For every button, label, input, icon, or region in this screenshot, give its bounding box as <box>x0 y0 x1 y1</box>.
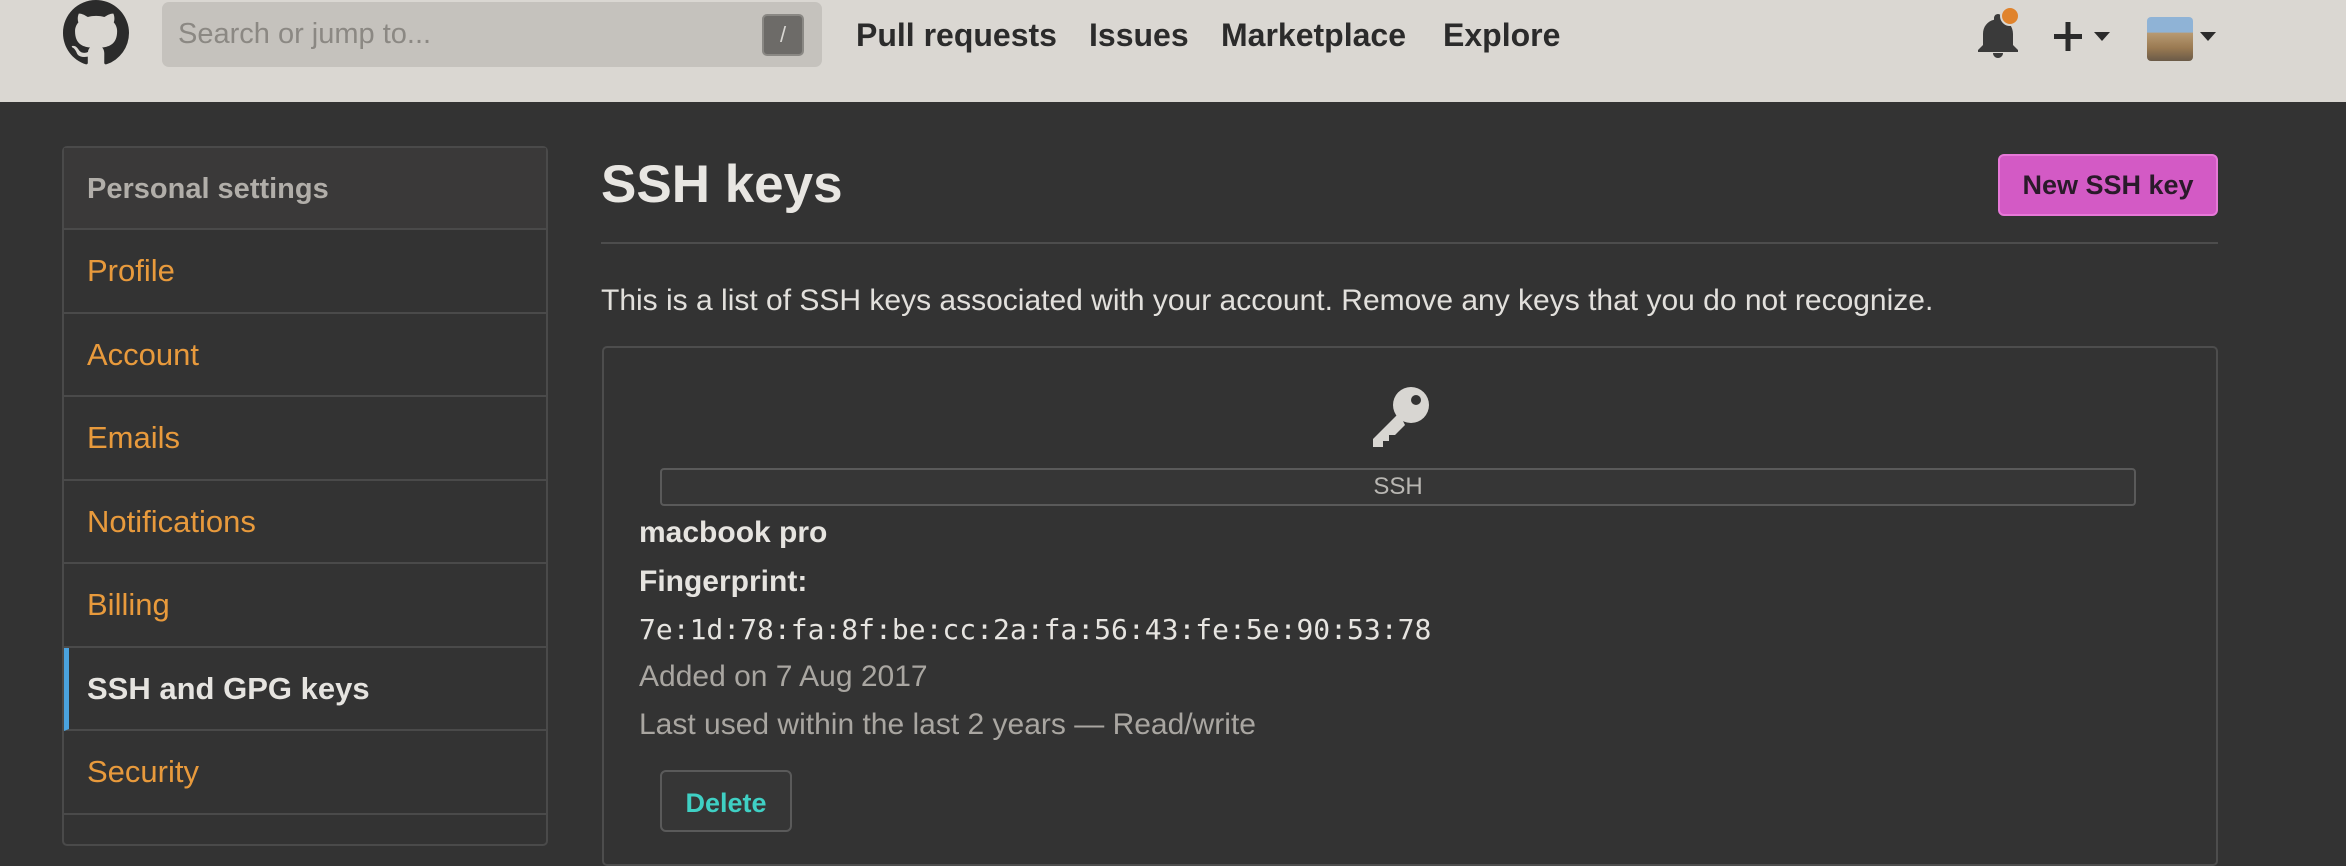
key-added-date: Added on 7 Aug 2017 <box>639 660 928 693</box>
search-input[interactable]: Search or jump to... / <box>162 2 822 67</box>
sidebar-item-ssh-gpg-keys[interactable]: SSH and GPG keys <box>64 647 546 731</box>
nav-marketplace[interactable]: Marketplace <box>1221 0 1406 70</box>
key-title: macbook pro <box>639 516 828 549</box>
caret-down-icon[interactable] <box>2196 10 2220 62</box>
caret-down-icon <box>2094 32 2110 41</box>
settings-sidebar: Personal settings Profile Account Emails… <box>62 146 548 846</box>
fingerprint-value: 7e:1d:78:fa:8f:be:cc:2a:fa:56:43:fe:5e:9… <box>639 613 1432 646</box>
new-ssh-key-button[interactable]: New SSH key <box>1998 154 2218 216</box>
key-type-badge: SSH <box>660 468 2136 506</box>
key-icon <box>1373 387 1429 447</box>
top-header: Search or jump to... / Pull requests Iss… <box>0 0 2346 102</box>
sidebar-item-account[interactable]: Account <box>64 314 546 397</box>
plus-icon[interactable] <box>2050 10 2130 62</box>
sidebar-item-profile[interactable]: Profile <box>64 230 546 314</box>
search-placeholder: Search or jump to... <box>178 18 432 50</box>
nav-explore[interactable]: Explore <box>1443 0 1560 70</box>
sidebar-item-notifications[interactable]: Notifications <box>64 481 546 564</box>
sidebar-item-security[interactable]: Security <box>64 731 546 815</box>
fingerprint-label: Fingerprint: <box>639 565 808 598</box>
nav-pull-requests[interactable]: Pull requests <box>856 0 1057 70</box>
sidebar-item-emails[interactable]: Emails <box>64 397 546 481</box>
sidebar-item-billing[interactable]: Billing <box>64 564 546 648</box>
delete-key-button[interactable]: Delete <box>660 770 792 832</box>
nav-issues[interactable]: Issues <box>1089 0 1189 70</box>
search-shortcut-badge: / <box>762 14 804 56</box>
intro-text: This is a list of SSH keys associated wi… <box>601 284 1934 317</box>
key-last-used: Last used within the last 2 years — Read… <box>639 708 1256 741</box>
title-divider <box>601 242 2218 244</box>
sidebar-heading: Personal settings <box>64 148 546 230</box>
notification-dot <box>2000 6 2020 26</box>
avatar[interactable] <box>2147 17 2193 61</box>
page-title: SSH keys <box>601 155 843 214</box>
github-logo-icon[interactable] <box>60 0 132 66</box>
